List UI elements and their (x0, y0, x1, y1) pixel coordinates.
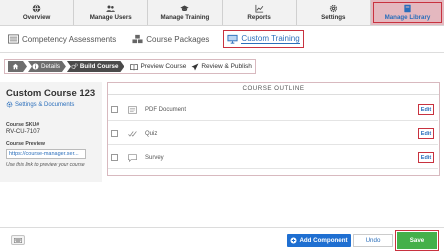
outline-item-label: PDF Document (145, 106, 187, 113)
outline-item[interactable]: PDF Document Edit (108, 99, 438, 121)
document-icon (128, 105, 137, 114)
keyboard-button[interactable] (11, 235, 25, 245)
course-sku-label: Course SKU# (6, 122, 40, 128)
outline-item[interactable]: Survey Edit (108, 147, 438, 169)
home-icon (12, 63, 19, 70)
nav-overview-label: Overview (22, 14, 51, 21)
top-nav: Overview Manage Users Manage Training Re… (0, 0, 444, 26)
graduation-cap-icon (180, 5, 190, 12)
course-preview-label: Course Preview (6, 141, 45, 147)
boxes-icon (132, 34, 143, 44)
nav-manage-training[interactable]: Manage Training (148, 0, 223, 25)
nav-manage-library[interactable]: Manage Library (370, 0, 444, 25)
nav-manage-library-label: Manage Library (384, 14, 431, 21)
nav-manage-users-label: Manage Users (89, 14, 132, 21)
settings-documents-link[interactable]: Settings & Documents (6, 101, 96, 108)
plus-circle-icon (290, 237, 297, 244)
nav-settings-label: Settings (321, 14, 346, 21)
outline-item[interactable]: Quiz Edit (108, 123, 438, 145)
book-icon (404, 4, 411, 13)
add-component-button[interactable]: Add Component (287, 234, 351, 247)
nav-manage-training-label: Manage Training (160, 14, 210, 21)
settings-documents-label: Settings & Documents (15, 101, 75, 108)
tab-competency-assessments[interactable]: Competency Assessments (6, 30, 118, 48)
keyboard-icon (14, 237, 22, 243)
outline-item-checkbox[interactable] (111, 106, 118, 113)
nav-settings[interactable]: Settings (297, 0, 371, 25)
breadcrumb: Details Build Course Preview Course Revi… (0, 59, 444, 75)
breadcrumb-review-publish-label: Review & Publish (201, 63, 252, 70)
breadcrumb-home[interactable] (8, 61, 27, 72)
breadcrumb-preview-course-label: Preview Course (140, 63, 187, 70)
breadcrumb-preview-course[interactable]: Preview Course (130, 63, 186, 71)
footer-bar: Add Component Undo Save (0, 227, 444, 251)
info-icon (32, 63, 39, 70)
tab-course-packages[interactable]: Course Packages (130, 30, 211, 48)
breadcrumb-build-course[interactable]: Build Course (67, 61, 125, 72)
comment-icon (128, 153, 137, 162)
secondary-tabs: Competency Assessments Course Packages C… (0, 26, 444, 53)
users-icon (106, 5, 116, 12)
breadcrumb-steps: Details Build Course Preview Course Revi… (4, 59, 256, 74)
course-sku-value: RV-CU-7107 (6, 129, 40, 135)
chart-icon (255, 4, 263, 13)
course-preview-help: Use this link to preview your course (6, 162, 85, 168)
outline-item-checkbox[interactable] (111, 154, 118, 161)
edit-button[interactable]: Edit (418, 152, 434, 163)
nav-overview[interactable]: Overview (0, 0, 75, 25)
tab-custom-training[interactable]: Custom Training (223, 30, 304, 48)
nav-reports[interactable]: Reports (223, 0, 297, 25)
outline-item-label: Survey (145, 154, 164, 161)
send-icon (191, 63, 199, 70)
gears-icon (71, 63, 78, 70)
edit-button[interactable]: Edit (418, 128, 434, 139)
list-icon (8, 34, 19, 44)
nav-manage-users[interactable]: Manage Users (74, 0, 149, 25)
monitor-icon (227, 34, 238, 44)
course-outline-header: COURSE OUTLINE (108, 83, 439, 95)
tab-course-packages-label: Course Packages (146, 34, 210, 44)
add-component-label: Add Component (299, 237, 348, 244)
breadcrumb-details-label: Details (41, 63, 60, 70)
gear-icon (329, 4, 337, 13)
tab-custom-training-label: Custom Training (241, 34, 300, 44)
tab-competency-assessments-label: Competency Assessments (22, 34, 117, 44)
course-outline: COURSE OUTLINE PDF Document Edit Quiz Ed… (107, 82, 440, 176)
edit-button[interactable]: Edit (418, 104, 434, 115)
book-open-icon (130, 63, 139, 70)
nav-reports-label: Reports (247, 14, 271, 21)
checkmarks-icon (128, 130, 137, 137)
course-info-panel: Custom Course 123 Settings & Documents C… (0, 82, 102, 182)
course-preview-url-field[interactable]: https://course-manager.ser... (6, 149, 86, 159)
globe-icon (32, 4, 41, 13)
undo-button[interactable]: Undo (353, 234, 393, 247)
breadcrumb-details[interactable]: Details (28, 61, 66, 72)
breadcrumb-build-course-label: Build Course (79, 63, 119, 70)
outline-item-checkbox[interactable] (111, 130, 118, 137)
save-button[interactable]: Save (395, 230, 439, 251)
course-title: Custom Course 123 (6, 88, 96, 99)
gear-icon (6, 101, 13, 108)
breadcrumb-review-publish[interactable]: Review & Publish (191, 63, 252, 71)
outline-item-label: Quiz (145, 130, 158, 137)
